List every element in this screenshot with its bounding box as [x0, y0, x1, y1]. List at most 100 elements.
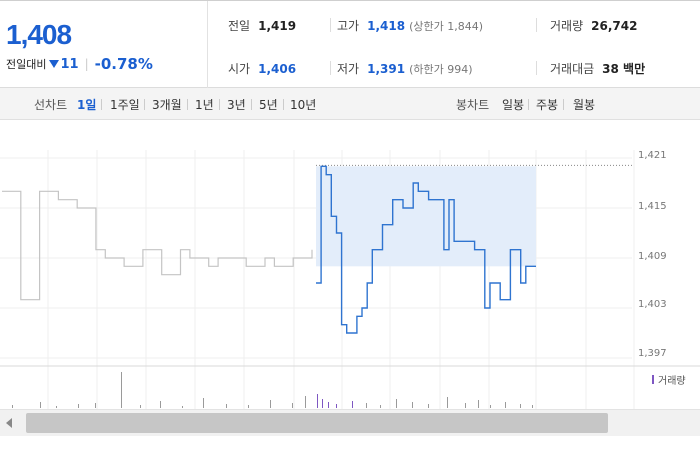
- volume-bar: [396, 399, 397, 408]
- volume-bar: [140, 405, 141, 408]
- change-amount: 11: [60, 56, 79, 72]
- divider: |: [84, 57, 89, 71]
- stat-label: 고가: [337, 19, 360, 33]
- change-label: 전일대비: [6, 58, 47, 71]
- volume-bar: [336, 404, 337, 408]
- stat-label: 저가: [337, 62, 360, 76]
- tab-1day[interactable]: 1일: [77, 96, 96, 113]
- stat-high: 고가 1,418 (상한가 1,844): [337, 17, 483, 34]
- tab-daily-candle[interactable]: 일봉: [502, 96, 524, 113]
- price-chart[interactable]: [0, 120, 700, 410]
- volume-bar: [428, 404, 429, 408]
- current-price: 1,408: [6, 19, 72, 50]
- line-chart-label: 선차트: [34, 98, 68, 112]
- divider: [563, 99, 564, 110]
- volume-bar: [305, 396, 306, 408]
- volume-bar: [248, 405, 249, 408]
- divider: [187, 99, 188, 110]
- legend-label: 거래량: [658, 376, 686, 387]
- volume-bar: [121, 372, 122, 408]
- volume-bar: [532, 405, 533, 408]
- divider: [283, 99, 284, 110]
- y-tick-label: 1,421: [638, 150, 667, 161]
- volume-bar: [447, 397, 448, 408]
- legend-swatch: [652, 375, 654, 384]
- tab-weekly-candle[interactable]: 주봉: [536, 96, 558, 113]
- tab-3year[interactable]: 3년: [227, 96, 246, 113]
- volume-bar: [490, 405, 491, 408]
- tab-10year[interactable]: 10년: [290, 96, 316, 113]
- volume-bar: [226, 404, 227, 408]
- volume-bar: [380, 405, 381, 408]
- stat-label: 거래대금: [550, 62, 595, 76]
- volume-bar: [317, 394, 318, 408]
- divider: [536, 18, 537, 32]
- divider: [251, 99, 252, 110]
- volume-bar: [203, 398, 204, 408]
- down-triangle-icon: [49, 60, 60, 68]
- stat-value: 1,418: [367, 18, 406, 33]
- tab-1year[interactable]: 1년: [195, 96, 214, 113]
- volume-bars: [12, 372, 533, 408]
- divider: [528, 99, 529, 110]
- change-row: 전일대비 11 | -0.78%: [6, 55, 153, 73]
- volume-bar: [12, 405, 13, 408]
- volume-bar: [520, 404, 521, 408]
- volume-bar: [352, 401, 353, 408]
- volume-bar: [182, 406, 183, 408]
- y-tick-label: 1,403: [638, 299, 667, 310]
- volume-bar: [95, 403, 96, 408]
- y-tick-label: 1,415: [638, 201, 667, 212]
- volume-legend: 거래량: [652, 372, 686, 387]
- quote-header: 1,408 전일대비 11 | -0.78% 전일 1,419 고가 1,418…: [0, 0, 700, 88]
- chart-period-tabs: 선차트 1일 1주일 3개월 1년 3년 5년 10년 봉차트 일봉 주봉 월봉: [0, 88, 700, 120]
- tab-monthly-candle[interactable]: 월봉: [573, 96, 595, 113]
- volume-bar: [478, 400, 479, 408]
- volume-bar: [505, 402, 506, 408]
- stat-value: 1,391: [367, 61, 406, 76]
- divider: [219, 99, 220, 110]
- stat-volume: 거래량 26,742: [550, 17, 637, 34]
- stat-value: 1,406: [258, 61, 297, 76]
- divider: [144, 99, 145, 110]
- divider: [536, 61, 537, 75]
- price-box: 1,408 전일대비 11 | -0.78%: [0, 1, 208, 88]
- upper-limit: (상한가 1,844): [409, 19, 483, 33]
- today-area-fill: [316, 166, 536, 267]
- candle-chart-label: 봉차트: [456, 98, 490, 112]
- volume-bar: [40, 402, 41, 408]
- tab-3month[interactable]: 3개월: [152, 96, 182, 113]
- stat-open: 시가 1,406: [228, 60, 296, 77]
- divider: [330, 18, 331, 32]
- lower-limit: (하한가 994): [409, 62, 473, 76]
- tab-5year[interactable]: 5년: [259, 96, 278, 113]
- stat-prev-close: 전일 1,419: [228, 17, 296, 34]
- volume-bar: [322, 399, 323, 408]
- scroll-thumb[interactable]: [26, 413, 608, 433]
- stat-value: 1,419: [258, 18, 297, 33]
- divider: [330, 61, 331, 75]
- volume-bar: [412, 402, 413, 408]
- scroll-left-arrow-icon[interactable]: [6, 418, 12, 428]
- stat-label: 전일: [228, 19, 251, 33]
- volume-bar: [56, 406, 57, 408]
- change-percent: -0.78%: [94, 55, 153, 73]
- stat-value: 38 백만: [602, 62, 646, 76]
- y-tick-label: 1,397: [638, 348, 667, 359]
- volume-bar: [328, 402, 329, 408]
- volume-bar: [366, 403, 367, 408]
- stat-amount: 거래대금 38 백만: [550, 60, 645, 77]
- volume-bar: [78, 404, 79, 408]
- chart-scrollbar[interactable]: [0, 409, 700, 436]
- stat-label: 거래량: [550, 19, 584, 33]
- volume-bar: [292, 403, 293, 408]
- divider: [101, 99, 102, 110]
- y-tick-label: 1,409: [638, 251, 667, 262]
- volume-bar: [160, 401, 161, 408]
- volume-bar: [270, 400, 271, 408]
- stat-label: 시가: [228, 62, 251, 76]
- tab-1week[interactable]: 1주일: [110, 96, 140, 113]
- stat-low: 저가 1,391 (하한가 994): [337, 60, 473, 77]
- stat-value: 26,742: [591, 18, 638, 33]
- volume-bar: [465, 403, 466, 408]
